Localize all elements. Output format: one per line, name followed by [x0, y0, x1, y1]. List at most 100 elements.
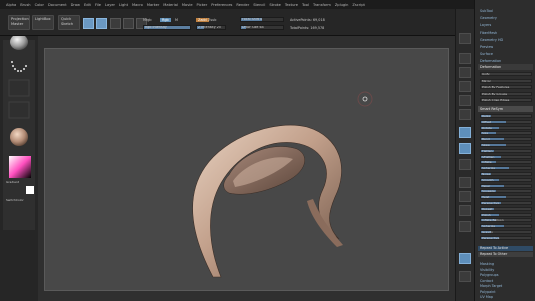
repeat-to-active-button[interactable]: Repeat To Active: [478, 246, 533, 251]
aahalf-icon[interactable]: [459, 95, 471, 106]
projection-master-button[interactable]: Projection Master: [8, 15, 30, 30]
local-icon[interactable]: [459, 143, 471, 154]
rgb-intensity-slider[interactable]: Rgb Intensity: [143, 25, 191, 30]
tray-fibermesh[interactable]: FiberMesh: [480, 31, 497, 35]
menu-layer[interactable]: Layer: [105, 3, 115, 7]
sculpted-band-model[interactable]: [192, 124, 343, 278]
stroke-icon[interactable]: [11, 61, 27, 72]
menu-stencil[interactable]: Stencil: [253, 3, 265, 7]
scale-icon[interactable]: [459, 191, 471, 202]
menu-document[interactable]: Document: [48, 3, 67, 7]
deform-polish-slider[interactable]: Polish: [480, 212, 532, 217]
move-icon[interactable]: [459, 177, 471, 188]
deform-perspective-slider[interactable]: Perspective: [480, 235, 532, 240]
menu-marker[interactable]: Marker: [147, 3, 159, 7]
material-icon[interactable]: [10, 128, 28, 146]
menu-macro[interactable]: Macro: [132, 3, 143, 7]
edit-mode-icon[interactable]: [83, 18, 94, 29]
z-intensity-slider[interactable]: Z Intensity 25: [196, 25, 226, 30]
alpha-icon[interactable]: [8, 79, 30, 97]
menu-light[interactable]: Light: [119, 3, 128, 7]
solo-icon[interactable]: [459, 271, 471, 282]
actual-icon[interactable]: [459, 81, 471, 92]
deformation-header[interactable]: Deformation: [478, 64, 533, 70]
tray-preview[interactable]: Preview: [480, 45, 493, 49]
focal-shift-slider[interactable]: Focal Shift 0: [240, 17, 284, 22]
deform-rotate-slider[interactable]: Rotate: [480, 125, 532, 130]
scale-mode-icon[interactable]: [123, 18, 134, 29]
brush-icon[interactable]: [10, 36, 28, 50]
tray-morph-target[interactable]: Morph Target: [480, 284, 502, 288]
tray-geometry[interactable]: Geometry: [480, 16, 497, 20]
deform-perspective-slider[interactable]: Perspective: [480, 201, 532, 205]
lightbox-button[interactable]: LightBox: [32, 15, 54, 30]
deform-smooth-slider[interactable]: Smooth: [480, 177, 532, 182]
tray-geometry-hd[interactable]: Geometry HD: [480, 38, 503, 42]
menu-color[interactable]: Color: [35, 3, 44, 7]
deform-twist-slider[interactable]: Twist: [480, 195, 532, 200]
menu-transform[interactable]: Transform: [313, 3, 331, 7]
deform-inflate-balloon-slider[interactable]: Inflate Balloon: [480, 218, 532, 223]
tray-deformation[interactable]: Deformation: [480, 59, 501, 63]
menu-zscript[interactable]: Zscript: [352, 3, 364, 7]
scroll-icon[interactable]: [459, 53, 471, 64]
menu-render[interactable]: Render: [236, 3, 249, 7]
tray-layers[interactable]: Layers: [480, 23, 491, 27]
model-viewport[interactable]: [45, 49, 450, 292]
menu-edit[interactable]: Edit: [84, 3, 91, 7]
menu-movie[interactable]: Movie: [182, 3, 193, 7]
draw-size-slider[interactable]: Draw Size 64: [240, 25, 284, 30]
tray-polish-by-features-button[interactable]: Polish By Features: [480, 85, 532, 89]
tray-visibility[interactable]: Visibility: [480, 268, 494, 272]
tray-surface[interactable]: Surface: [480, 52, 493, 56]
deform-spherize-slider[interactable]: Spherize: [480, 166, 532, 171]
menu-zplugin[interactable]: Zplugin: [335, 3, 349, 7]
color-picker[interactable]: [9, 156, 31, 178]
menu-brush[interactable]: Brush: [20, 3, 30, 7]
menu-material[interactable]: Material: [163, 3, 178, 7]
tray-contact[interactable]: Contact: [480, 279, 493, 283]
zsub-toggle[interactable]: Zsub: [208, 18, 216, 22]
menu-stroke[interactable]: Stroke: [269, 3, 280, 7]
polyf-icon[interactable]: [459, 221, 471, 232]
deform-sflatten-slider[interactable]: SFlatten: [480, 154, 532, 159]
deform-repeat-slider[interactable]: Repeat: [480, 206, 532, 211]
menu-alpha[interactable]: Alpha: [6, 3, 16, 7]
menu-draw[interactable]: Draw: [71, 3, 80, 7]
draw-mode-icon[interactable]: [96, 18, 107, 29]
deform-offset-slider[interactable]: Offset: [480, 119, 532, 124]
deform-spherize-slider[interactable]: Spherize: [480, 224, 532, 229]
deform-bend-slider[interactable]: Bend: [480, 137, 532, 142]
deform-relax-slider[interactable]: Relax: [480, 114, 532, 118]
transp-icon[interactable]: [459, 253, 471, 264]
tray-mirror-button[interactable]: Mirror: [480, 78, 532, 83]
tray-unify-button[interactable]: Unify: [480, 72, 532, 76]
deform-noise-slider[interactable]: Noise: [480, 172, 532, 176]
tray-polish-by-groups-button[interactable]: Polish By Groups: [480, 91, 532, 96]
deform-size-slider[interactable]: Size: [480, 131, 532, 136]
deform-skew-slider[interactable]: Skew: [480, 143, 532, 147]
tray-polygroups[interactable]: Polygroups: [480, 273, 499, 277]
document-canvas[interactable]: [44, 48, 449, 291]
main-color-swatch[interactable]: [26, 186, 34, 194]
floor-icon[interactable]: [459, 127, 471, 138]
rotate-icon[interactable]: [459, 205, 471, 216]
tray-polish-crisp-edges-button[interactable]: Polish Crisp Edges: [480, 98, 532, 102]
deform-taper-slider[interactable]: Taper: [480, 183, 532, 188]
tray-polypaint[interactable]: Polypaint: [480, 290, 496, 294]
menu-tool[interactable]: Tool: [302, 3, 309, 7]
move-mode-icon[interactable]: [110, 18, 121, 29]
tray-masking[interactable]: Masking: [480, 262, 494, 266]
gradient-label[interactable]: Gradient: [6, 180, 19, 184]
m-toggle[interactable]: M: [175, 18, 178, 22]
quick-sketch-button[interactable]: Quick Sketch: [58, 15, 80, 30]
deform-gravity-slider[interactable]: Gravity: [480, 230, 532, 234]
mrgb-toggle[interactable]: Mrgb: [143, 18, 152, 22]
zoom-icon[interactable]: [459, 67, 471, 78]
lsym-icon[interactable]: [459, 159, 471, 170]
menu-picker[interactable]: Picker: [197, 3, 208, 7]
switchcolor-label[interactable]: SwitchColor: [6, 198, 24, 202]
rgb-toggle[interactable]: Rgb: [160, 18, 171, 22]
texture-icon[interactable]: [8, 101, 30, 119]
deform-inflate-slider[interactable]: Inflate: [480, 160, 532, 165]
